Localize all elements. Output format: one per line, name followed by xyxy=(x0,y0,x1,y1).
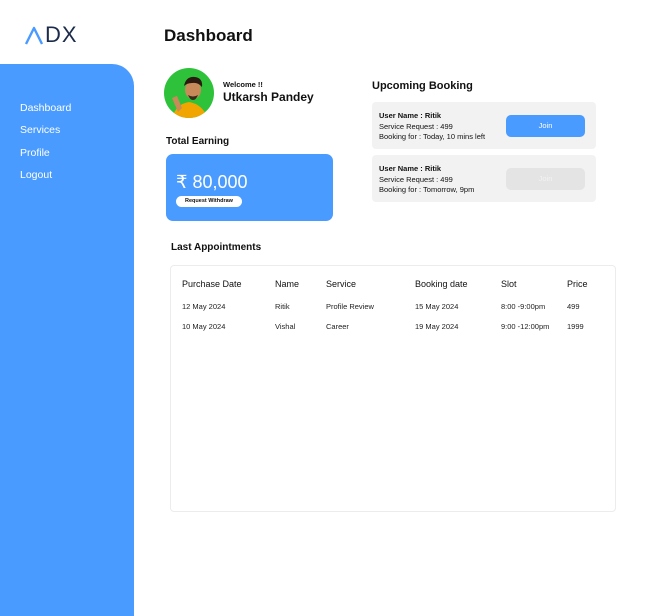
cell-price: 499 xyxy=(567,302,580,311)
brand-logo[interactable]: DX xyxy=(24,22,78,48)
cell-name: Vishal xyxy=(275,322,296,331)
avatar-image xyxy=(164,68,214,118)
earning-amount: ₹ 80,000 xyxy=(176,172,248,192)
earning-card: ₹ 80,000 Request Withdraw xyxy=(166,154,333,221)
booking-user: User Name : Ritik xyxy=(379,111,442,120)
column-header-name: Name xyxy=(275,279,300,289)
cell-price: 1999 xyxy=(567,322,584,331)
column-header-price: Price xyxy=(567,279,588,289)
last-appointments-title: Last Appointments xyxy=(171,242,262,253)
cell-booking-date: 15 May 2024 xyxy=(415,302,459,311)
sidebar-item-dashboard[interactable]: Dashboard xyxy=(20,102,71,124)
total-earning-title: Total Earning xyxy=(166,136,230,147)
booking-user: User Name : Ritik xyxy=(379,164,442,173)
column-header-slot: Slot xyxy=(501,279,517,289)
page-title: Dashboard xyxy=(164,26,253,45)
booking-card: User Name : Ritik Service Request : 499 … xyxy=(372,155,596,202)
cell-purchase-date: 10 May 2024 xyxy=(182,322,226,331)
sidebar-item-services[interactable]: Services xyxy=(20,124,71,146)
logo-text: DX xyxy=(45,22,78,47)
column-header-booking-date: Booking date xyxy=(415,279,468,289)
cell-booking-date: 19 May 2024 xyxy=(415,322,459,331)
cell-slot: 9:00 -12:00pm xyxy=(501,322,550,331)
booking-service: Service Request : 499 xyxy=(379,121,453,131)
request-withdraw-button[interactable]: Request Withdraw xyxy=(176,196,242,207)
sidebar-item-profile[interactable]: Profile xyxy=(20,147,71,169)
sidebar: Dashboard Services Profile Logout xyxy=(0,64,134,616)
join-button-disabled[interactable]: Join xyxy=(506,168,585,190)
logo-icon xyxy=(24,26,44,45)
column-header-purchase-date: Purchase Date xyxy=(182,279,242,289)
welcome-text: Welcome !! xyxy=(223,80,263,89)
user-name: Utkarsh Pandey xyxy=(223,90,314,104)
cell-name: Ritik xyxy=(275,302,290,311)
join-button[interactable]: Join xyxy=(506,115,585,137)
avatar[interactable] xyxy=(164,68,214,118)
upcoming-booking-title: Upcoming Booking xyxy=(372,80,473,92)
cell-service: Career xyxy=(326,322,349,331)
booking-time: Booking for : Tomorrow, 9pm xyxy=(379,185,475,194)
cell-purchase-date: 12 May 2024 xyxy=(182,302,226,311)
cell-slot: 8:00 -9:00pm xyxy=(501,302,546,311)
appointments-table: Purchase Date Name Service Booking date … xyxy=(170,265,616,512)
sidebar-nav: Dashboard Services Profile Logout xyxy=(20,102,71,191)
booking-service: Service Request : 499 xyxy=(379,174,453,184)
booking-card: User Name : Ritik Service Request : 499 … xyxy=(372,102,596,149)
booking-time: Booking for : Today, 10 mins left xyxy=(379,132,486,141)
cell-service: Profile Review xyxy=(326,302,374,311)
sidebar-item-logout[interactable]: Logout xyxy=(20,169,71,191)
column-header-service: Service xyxy=(326,279,357,289)
